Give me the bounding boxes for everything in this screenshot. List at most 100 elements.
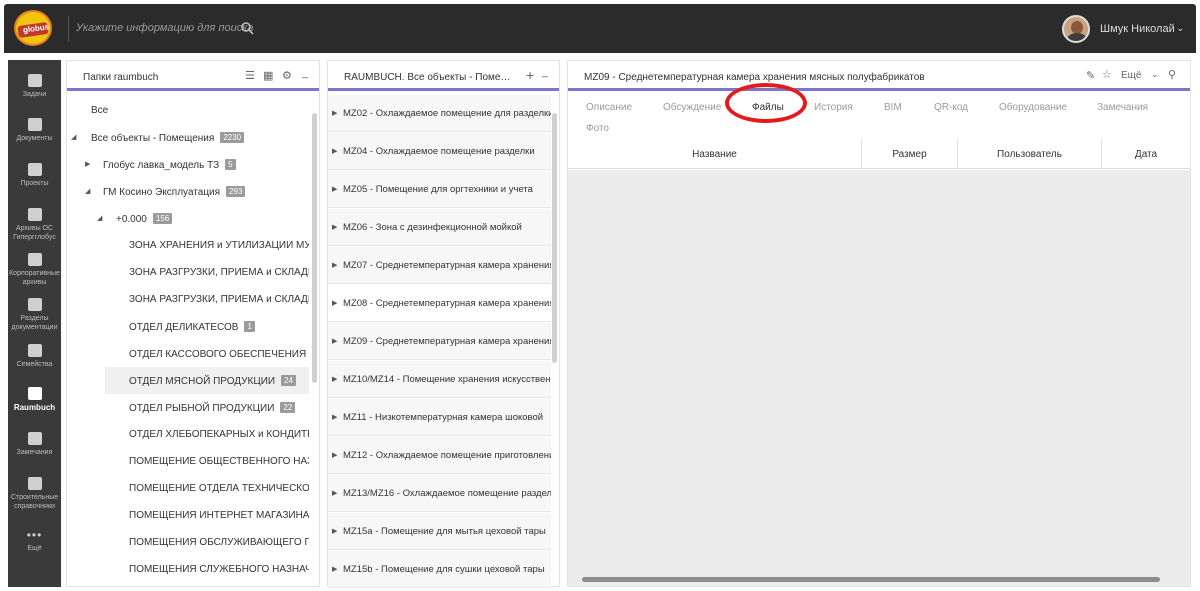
nav-label: Документы [16, 135, 53, 142]
tree-node-room-group[interactable]: ОТДЕЛ КАССОВОГО ОБЕСПЕЧЕНИЯ2 [67, 340, 309, 367]
globus-logo[interactable]: globus [14, 10, 56, 46]
nav-item-projects[interactable]: Проекты [8, 163, 61, 188]
search-input[interactable]: Укажите информацию для поиска [76, 22, 254, 34]
room-detail-title: MZ09 - Среднетемпературная камера хранен… [584, 72, 925, 83]
caret-right-icon[interactable]: ▶ [332, 185, 337, 193]
list-item[interactable]: ▶ MZ13/MZ16 - Охлаждаемое помещение разде… [328, 475, 551, 512]
chevron-down-icon[interactable]: ⌄ [1151, 69, 1159, 80]
list-item[interactable]: ▶ MZ15a - Помещение для мытья цеховой тар… [328, 513, 551, 550]
tree-scrollbar[interactable] [312, 113, 317, 383]
list-item[interactable]: ▶ MZ06 - Зона с дезинфекционной мойкой [328, 209, 551, 246]
list-item[interactable]: ▶ MZ12 - Охлаждаемое помещение приготовле… [328, 437, 551, 474]
nav-item-remarks[interactable]: Замечания [8, 432, 61, 457]
nav-item-archives-os[interactable]: Архивы ОС Гипергглобус [8, 208, 61, 242]
gear-icon[interactable]: ⚙ [282, 69, 292, 82]
caret-right-icon[interactable]: ▶ [85, 160, 90, 168]
caret-right-icon[interactable]: ▶ [332, 223, 337, 231]
files-table-scrollbar[interactable] [582, 577, 1160, 582]
nav-item-raumbuch[interactable]: Raumbuch [8, 387, 61, 412]
caret-right-icon[interactable]: ▶ [332, 109, 337, 117]
caret-down-icon[interactable]: ◢ [71, 133, 76, 141]
tab-remarks[interactable]: Замечания [1097, 102, 1148, 113]
nav-item-more[interactable]: ••• Ещё [8, 526, 61, 553]
tree-node-level-0[interactable]: ◢ +0.000 156 [67, 205, 309, 232]
nav-item-tasks[interactable]: Задачи [8, 74, 61, 99]
column-user[interactable]: Пользователь [958, 139, 1102, 169]
nav-item-doc-sections[interactable]: Разделы документации [8, 298, 61, 332]
list-item[interactable]: ▶ MZ04 - Охлаждаемое помещение разделки [328, 133, 551, 170]
tree-node-room-group[interactable]: ЗОНА РАЗГРУЗКИ, ПРИЕМА и СКЛАДИРОВАНИЯ [67, 259, 309, 286]
nav-item-construction-refs[interactable]: Строительные справочники [8, 477, 61, 511]
list-item[interactable]: ▶ MZ08 - Среднетемпературная камера хране… [328, 285, 551, 322]
column-name[interactable]: Название [568, 139, 862, 169]
tree-node-all[interactable]: Все [67, 97, 309, 124]
caret-right-icon[interactable]: ▶ [332, 261, 337, 269]
add-icon[interactable]: + [526, 67, 534, 83]
tab-qr-code[interactable]: QR-код [934, 102, 968, 113]
count-badge: 24 [281, 375, 297, 386]
tab-description[interactable]: Описание [586, 102, 632, 113]
minimize-icon[interactable]: _ [542, 66, 548, 78]
tree-node-room-group[interactable]: ЗОНА РАЗГРУЗКИ, ПРИЕМА и СКЛАДИРОВАНИЯ [67, 286, 309, 313]
tree-node-room-group[interactable]: ОТДЕЛ РЫБНОЙ ПРОДУКЦИИ 22 [67, 394, 309, 421]
table-view-icon[interactable]: ▦ [263, 69, 273, 82]
tree-node-room-group[interactable]: ПОМЕЩЕНИЯ ОБСЛУЖИВАЮЩЕГО ПЕРСОНАЛА [67, 529, 309, 556]
list-item[interactable]: ▶ MZ09 - Среднетемпературная камера хране… [328, 323, 551, 360]
minimize-icon[interactable]: _ [302, 67, 308, 79]
caret-right-icon[interactable]: ▶ [332, 413, 337, 421]
caret-down-icon[interactable]: ◢ [85, 187, 90, 195]
pin-icon[interactable]: ⚲ [1168, 68, 1176, 81]
tab-history[interactable]: История [814, 102, 853, 113]
nav-rail: Задачи Документы Проекты Архивы ОС Гипер… [8, 60, 61, 587]
tree-node-all-objects[interactable]: ◢ Все объекты - Помещения 2230 [67, 124, 309, 151]
column-date[interactable]: Дата [1102, 139, 1190, 169]
column-size[interactable]: Размер [862, 139, 958, 169]
tree-node-room-group[interactable]: ПОМЕЩЕНИЯ ИНТЕРНЕТ МАГАЗИНА [67, 502, 309, 529]
tree-node-gm-kosino[interactable]: ◢ ГМ Косино Эксплуатация 293 [67, 178, 309, 205]
caret-right-icon[interactable]: ▶ [332, 375, 337, 383]
list-item[interactable]: ▶ MZ10/MZ14 - Помещение хранения искусств… [328, 361, 551, 398]
caret-right-icon[interactable]: ▶ [332, 337, 337, 345]
more-button[interactable]: Ещё [1121, 70, 1141, 81]
pencil-icon[interactable]: ✎ [1086, 69, 1095, 82]
caret-right-icon[interactable]: ▶ [332, 527, 337, 535]
list-scrollbar[interactable] [552, 113, 557, 363]
tab-equipment[interactable]: Оборудование [999, 102, 1067, 113]
tree-node-room-group[interactable]: ПОМЕЩЕНИЕ ОТДЕЛА ТЕХНИЧЕСКОЙ [67, 475, 309, 502]
list-item-label: MZ12 - Охлаждаемое помещение приготовлен… [343, 450, 551, 461]
tree-node-room-group[interactable]: ОТДЕЛ ДЕЛИКАТЕСОВ 1 [67, 313, 309, 340]
list-item[interactable]: ▶ MZ07 - Среднетемпературная камера хране… [328, 247, 551, 284]
caret-right-icon[interactable]: ▶ [332, 565, 337, 573]
list-view-icon[interactable]: ☰ [245, 69, 255, 82]
tree-node-room-group[interactable]: ПОМЕЩЕНИЯ СЛУЖЕБНОГО НАЗНАЧЕНИЯ [67, 556, 309, 583]
tree-node-meat-department[interactable]: ОТДЕЛ МЯСНОЙ ПРОДУКЦИИ 24 [105, 367, 309, 394]
caret-down-icon[interactable]: ◢ [97, 214, 102, 222]
user-avatar[interactable] [1062, 15, 1090, 43]
caret-right-icon[interactable]: ▶ [332, 451, 337, 459]
tree-node-label: ПОМЕЩЕНИЯ СЛУЖЕБНОГО НАЗНАЧЕНИЯ [129, 564, 309, 575]
tab-bim[interactable]: BIM [884, 102, 902, 113]
list-item[interactable]: ▶ MZ15b - Помещение для сушки цеховой тар… [328, 551, 551, 588]
tab-photo[interactable]: Фото [586, 123, 609, 134]
top-bar: globus Укажите информацию для поиска Шму… [4, 4, 1196, 53]
search-icon[interactable] [240, 21, 254, 35]
nav-item-families[interactable]: Семейства [8, 344, 61, 369]
caret-right-icon[interactable]: ▶ [332, 489, 337, 497]
tree-node-room-group[interactable]: ПОМЕЩЕНИЕ ОБЩЕСТВЕННОГО НАЗНАЧЕНИЯ [67, 448, 309, 475]
tab-discussion[interactable]: Обсуждение [663, 102, 721, 113]
count-badge: 22 [280, 402, 296, 413]
caret-right-icon[interactable]: ▶ [332, 299, 337, 307]
list-item[interactable]: ▶ MZ05 - Помещение для оргтехники и учета [328, 171, 551, 208]
user-name[interactable]: Шмук Николай [1100, 23, 1175, 35]
rooms-list-header: RAUMBUCH. Все объекты - Помещения + _ [328, 61, 559, 91]
tree-node-room-group[interactable]: ОТДЕЛ ХЛЕБОПЕКАРНЫХ и КОНДИТЕРСКИХ [67, 421, 309, 448]
chevron-down-icon[interactable]: ⌄ [1176, 23, 1184, 34]
tree-node-room-group[interactable]: ЗОНА ХРАНЕНИЯ и УТИЛИЗАЦИИ МУСОРА [67, 232, 309, 259]
nav-item-corporate-archives[interactable]: Корпоративные архивы [8, 253, 61, 287]
list-item[interactable]: ▶ MZ02 - Охлаждаемое помещение для раздел… [328, 95, 551, 132]
star-icon[interactable]: ☆ [1102, 68, 1112, 81]
list-item[interactable]: ▶ MZ11 - Низкотемпературная камера шоково… [328, 399, 551, 436]
nav-item-documents[interactable]: Документы [8, 118, 61, 143]
caret-right-icon[interactable]: ▶ [332, 147, 337, 155]
tree-node-globus-lavka[interactable]: ▶ Глобус лавка_модель ТЗ 5 [67, 151, 309, 178]
